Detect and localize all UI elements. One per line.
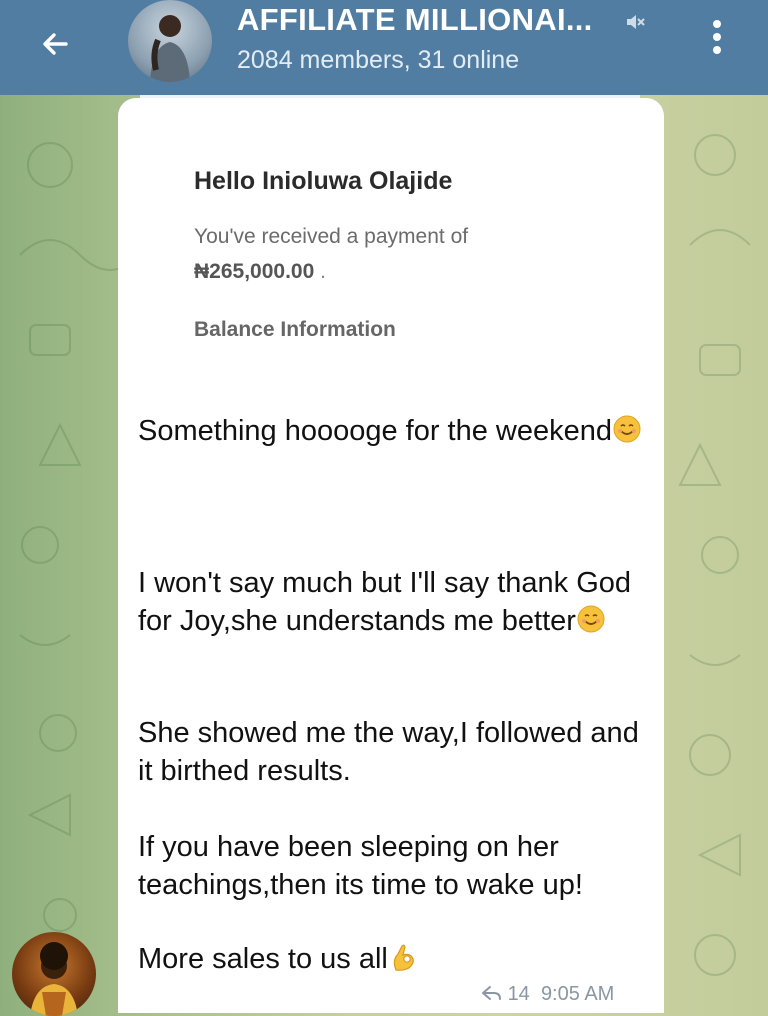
message-time: 9:05 AM [540,983,615,1005]
message-paragraph: She showed me the way,I followed and it … [138,717,639,787]
chat-subtitle: 2084 members, 31 online [237,46,520,74]
chat-title[interactable]: AFFILIATE MILLIONAI... [237,2,593,38]
email-amount: ₦265,000.00 . [194,260,326,284]
group-avatar[interactable] [128,0,212,82]
message-paragraph: Something hooooge for the weekend [138,412,642,450]
message-paragraph: If you have been sleeping on her teachin… [138,831,583,901]
smiling-face-icon [613,415,641,443]
email-amount-value: ₦265,000.00 [194,260,315,283]
sender-avatar[interactable] [12,932,96,1016]
message-paragraph: More sales to us all [138,940,418,978]
email-received-text: You've received a payment of [194,225,469,248]
forward-share-icon[interactable] [480,983,502,1003]
email-greeting: Hello Inioluwa Olajide [194,167,453,195]
more-vertical-icon[interactable] [706,20,728,64]
smiling-face-icon [577,605,605,633]
email-balance-heading: Balance Information [194,318,396,341]
share-count: 14 [507,983,530,1005]
back-arrow-icon[interactable] [36,24,76,64]
ok-hand-icon [393,944,414,971]
muted-icon [627,15,645,29]
message-paragraph: I won't say much but I'll say thank God … [138,567,632,637]
message-meta: 14 9:05 AM [480,983,614,1006]
email-amount-suffix: . [320,260,326,283]
chat-header: AFFILIATE MILLIONAI... 2084 members, 31 … [0,0,768,95]
